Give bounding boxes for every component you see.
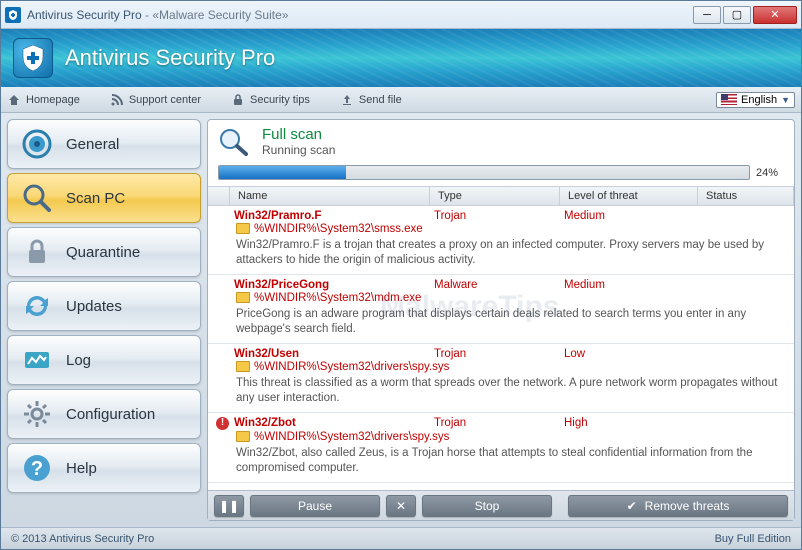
upload-icon [340, 93, 354, 107]
buy-full-edition-link[interactable]: Buy Full Edition [715, 533, 791, 545]
threat-description: This threat is classified as a worm that… [216, 374, 786, 408]
security-tips-link[interactable]: Security tips [231, 93, 310, 107]
threat-type: Trojan [434, 210, 564, 222]
sidebar-item-scan[interactable]: Scan PC [7, 173, 201, 223]
progress-bar [218, 165, 750, 180]
folder-icon [236, 223, 250, 234]
stop-button[interactable]: Stop [422, 495, 552, 517]
threat-name: Win32/Pramro.F [234, 210, 434, 222]
threat-description: PriceGong is an adware program that disp… [216, 305, 786, 339]
flag-icon [721, 94, 737, 105]
nav-label: General [66, 136, 119, 153]
copyright: © 2013 Antivirus Security Pro [11, 533, 154, 545]
toolbar: Homepage Support center Security tips Se… [1, 87, 801, 113]
svg-text:?: ? [31, 458, 43, 480]
nav-label: Configuration [66, 406, 155, 423]
scan-icon [20, 181, 54, 215]
folder-icon [236, 361, 250, 372]
threat-item[interactable]: Win32/PriceGongMalwareMedium%WINDIR%\Sys… [208, 275, 794, 344]
app-banner: Antivirus Security Pro [1, 29, 801, 87]
shield-icon [13, 38, 53, 78]
threat-description: Win32/Zbot, also called Zeus, is a Troja… [216, 444, 786, 478]
threat-item[interactable]: Win32/UsenTrojanLow%WINDIR%\System32\dri… [208, 344, 794, 413]
chevron-down-icon: ▼ [781, 95, 790, 105]
updates-icon [20, 289, 54, 323]
threat-name: Win32/Zbot [234, 417, 434, 430]
threat-type: Trojan [434, 417, 564, 430]
threat-path: %WINDIR%\System32\drivers\spy.sys [216, 431, 786, 443]
send-file-link[interactable]: Send file [340, 93, 402, 107]
alert-icon: ! [216, 417, 229, 430]
threat-type: Malware [434, 279, 564, 291]
pause-icon-button[interactable]: ❚❚ [214, 495, 244, 517]
scan-status: Running scan [262, 143, 335, 157]
threats-list: Win32/Pramro.FTrojanMedium%WINDIR%\Syste… [208, 206, 794, 490]
homepage-link[interactable]: Homepage [7, 93, 80, 107]
magnifier-icon [218, 127, 252, 157]
sidebar-item-configuration[interactable]: Configuration [7, 389, 201, 439]
gear-icon [20, 397, 54, 431]
progress-percent: 24% [756, 167, 784, 179]
col-type[interactable]: Type [430, 187, 560, 205]
remove-threats-button[interactable]: ✔Remove threats [568, 495, 788, 517]
language-selector[interactable]: English ▼ [716, 92, 795, 108]
nav-label: Log [66, 352, 91, 369]
minimize-button[interactable]: ─ [693, 6, 721, 24]
folder-icon [236, 292, 250, 303]
check-icon: ✔ [627, 499, 637, 513]
threat-path: %WINDIR%\System32\drivers\spy.sys [216, 361, 786, 373]
threat-level: Medium [564, 279, 605, 291]
banner-title: Antivirus Security Pro [65, 45, 275, 71]
threat-level: Low [564, 348, 585, 360]
nav-label: Quarantine [66, 244, 140, 261]
column-headers: Name Type Level of threat Status [208, 186, 794, 206]
statusbar: © 2013 Antivirus Security Pro Buy Full E… [1, 527, 801, 549]
sidebar-item-help[interactable]: ? Help [7, 443, 201, 493]
threat-type: Trojan [434, 348, 564, 360]
nav-label: Help [66, 460, 97, 477]
sidebar: General Scan PC Quarantine Updates Log C… [1, 113, 207, 527]
threat-path: %WINDIR%\System32\smss.exe [216, 223, 786, 235]
threat-name: Win32/PriceGong [234, 279, 434, 291]
quarantine-icon [20, 235, 54, 269]
sidebar-item-log[interactable]: Log [7, 335, 201, 385]
window-titlebar: Antivirus Security Pro - «Malware Securi… [1, 1, 801, 29]
home-icon [7, 93, 21, 107]
window-title: Antivirus Security Pro - «Malware Securi… [27, 8, 693, 22]
rss-icon [110, 93, 124, 107]
sidebar-item-updates[interactable]: Updates [7, 281, 201, 331]
stop-icon-button[interactable]: ✕ [386, 495, 416, 517]
threat-item[interactable]: ! Win32/ZbotTrojanHigh%WINDIR%\System32\d… [208, 413, 794, 483]
col-level[interactable]: Level of threat [560, 187, 698, 205]
pause-button[interactable]: Pause [250, 495, 380, 517]
maximize-button[interactable]: ▢ [723, 6, 751, 24]
close-button[interactable]: ✕ [753, 6, 797, 24]
general-icon [20, 127, 54, 161]
log-icon [20, 343, 54, 377]
sidebar-item-quarantine[interactable]: Quarantine [7, 227, 201, 277]
nav-label: Scan PC [66, 190, 125, 207]
help-icon: ? [20, 451, 54, 485]
app-icon [5, 7, 21, 23]
sidebar-item-general[interactable]: General [7, 119, 201, 169]
main-panel: Full scan Running scan 24% Name Type Lev… [207, 119, 795, 521]
nav-label: Updates [66, 298, 122, 315]
scan-title: Full scan [262, 126, 335, 143]
threat-description: Win32/Pramro.F is a trojan that creates … [216, 236, 786, 270]
folder-icon [236, 431, 250, 442]
threat-level: High [564, 417, 588, 430]
lock-icon [231, 93, 245, 107]
threat-name: Win32/Usen [234, 348, 434, 360]
col-name[interactable]: Name [230, 187, 430, 205]
support-link[interactable]: Support center [110, 93, 201, 107]
threat-path: %WINDIR%\System32\mdm.exe [216, 292, 786, 304]
col-status[interactable]: Status [698, 187, 794, 205]
threat-level: Medium [564, 210, 605, 222]
threat-item[interactable]: Win32/Pramro.FTrojanMedium%WINDIR%\Syste… [208, 206, 794, 275]
action-bar: ❚❚ Pause ✕ Stop ✔Remove threats [208, 490, 794, 520]
